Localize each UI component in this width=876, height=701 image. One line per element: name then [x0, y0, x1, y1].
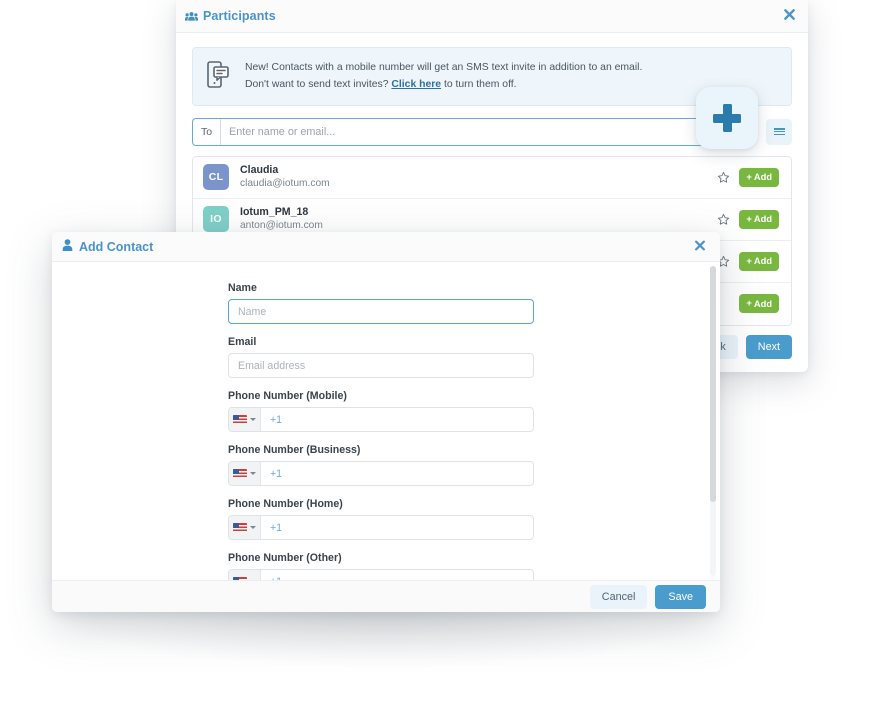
- field-phone-home: Phone Number (Home): [228, 498, 534, 540]
- sms-notice-line1: New! Contacts with a mobile number will …: [245, 62, 643, 73]
- mobile-sms-icon: [206, 60, 232, 90]
- star-outline-icon[interactable]: [717, 171, 730, 184]
- field-label: Name: [228, 282, 257, 294]
- add-button-label: Add: [753, 172, 772, 183]
- field-label: Phone Number (Mobile): [228, 390, 347, 402]
- field-label: Phone Number (Home): [228, 498, 343, 510]
- hamburger-menu-icon[interactable]: [766, 118, 792, 145]
- chevron-down-icon: [250, 418, 256, 421]
- recipient-search-input[interactable]: [221, 118, 754, 145]
- click-here-link[interactable]: Click here: [391, 79, 441, 90]
- add-button-label: Add: [753, 298, 772, 309]
- sms-notice-line2-before: Don't want to send text invites?: [245, 78, 389, 90]
- country-select[interactable]: [229, 408, 261, 431]
- table-row[interactable]: CL Claudia claudia@iotum.com + Add: [193, 156, 791, 199]
- star-outline-icon[interactable]: [717, 213, 730, 226]
- dialog-drop-shadow: [52, 608, 720, 668]
- phone-input-wrap: [228, 407, 534, 432]
- add-contact-footer: Cancel Save: [52, 580, 720, 612]
- country-select[interactable]: [229, 516, 261, 539]
- phone-input-wrap: [228, 515, 534, 540]
- avatar: CL: [203, 164, 229, 191]
- name-input[interactable]: [228, 299, 534, 324]
- plus-icon-vertical: [722, 104, 732, 132]
- participants-title-text: Participants: [203, 9, 276, 23]
- field-label: Phone Number (Business): [228, 444, 361, 456]
- chevron-down-icon: [250, 472, 256, 475]
- field-label: Phone Number (Other): [228, 552, 342, 564]
- app-root: Participants New! Contacts with a mobile…: [0, 0, 876, 701]
- add-participant-fab[interactable]: [696, 87, 758, 149]
- add-contact-form: Name Email Phone Number (Mobile): [228, 282, 534, 580]
- contact-info: Iotum_PM_18 anton@iotum.com: [240, 205, 717, 233]
- add-contact-close-icon[interactable]: [694, 239, 706, 254]
- cancel-button[interactable]: Cancel: [589, 584, 648, 609]
- email-input[interactable]: [228, 353, 534, 378]
- add-contact-dialog: Add Contact Name Email Phone Num: [52, 232, 720, 612]
- plus-icon: +: [746, 171, 752, 183]
- sms-notice-line2-after: to turn them off.: [443, 78, 517, 90]
- add-button-label: Add: [753, 256, 772, 267]
- phone-home-input[interactable]: [261, 516, 533, 539]
- add-contact-button[interactable]: + Add: [739, 209, 779, 229]
- next-button[interactable]: Next: [745, 335, 792, 359]
- add-button-label: Add: [753, 214, 772, 225]
- plus-icon: +: [746, 298, 752, 310]
- field-phone-mobile: Phone Number (Mobile): [228, 390, 534, 432]
- save-button[interactable]: Save: [655, 584, 706, 609]
- scrollbar-thumb[interactable]: [710, 266, 716, 502]
- phone-business-input[interactable]: [261, 462, 533, 485]
- plus-icon: +: [746, 255, 752, 267]
- participants-header: Participants: [176, 0, 808, 33]
- recipient-input-wrap: To: [192, 117, 755, 146]
- participants-title: Participants: [185, 9, 276, 23]
- field-label: Email: [228, 336, 257, 348]
- contact-name: Claudia: [240, 164, 279, 177]
- participants-close-icon[interactable]: [783, 8, 796, 24]
- us-flag-icon: [233, 576, 247, 580]
- field-phone-other: Phone Number (Other): [228, 552, 534, 580]
- us-flag-icon: [233, 414, 247, 425]
- country-select[interactable]: [229, 462, 261, 485]
- people-group-icon: [185, 11, 198, 22]
- sms-notice-line2: Don't want to send text invites? Click h…: [245, 77, 642, 94]
- phone-input-wrap: [228, 461, 534, 486]
- avatar: IO: [203, 206, 229, 233]
- add-contact-title-text: Add Contact: [79, 239, 154, 254]
- chevron-down-icon: [250, 526, 256, 529]
- add-contact-button[interactable]: + Add: [739, 167, 779, 187]
- plus-icon: +: [746, 213, 752, 225]
- country-select[interactable]: [229, 570, 261, 580]
- to-label: To: [193, 118, 221, 145]
- field-phone-business: Phone Number (Business): [228, 444, 534, 486]
- person-icon: [62, 239, 73, 254]
- contact-email: claudia@iotum.com: [240, 178, 330, 190]
- us-flag-icon: [233, 522, 247, 533]
- add-contact-title: Add Contact: [62, 239, 153, 254]
- phone-other-input[interactable]: [261, 570, 533, 580]
- sms-notice-text: New! Contacts with a mobile number will …: [245, 59, 642, 94]
- phone-input-wrap: [228, 569, 534, 580]
- contact-name: Iotum_PM_18: [240, 206, 309, 219]
- field-name: Name: [228, 282, 534, 324]
- add-contact-body: Name Email Phone Number (Mobile): [52, 262, 720, 580]
- dialog-scrollbar[interactable]: [710, 266, 716, 576]
- add-contact-header: Add Contact: [52, 232, 720, 262]
- field-email: Email: [228, 336, 534, 378]
- contact-info: Claudia claudia@iotum.com: [240, 163, 717, 191]
- add-contact-button[interactable]: + Add: [739, 294, 779, 314]
- add-contact-button[interactable]: + Add: [739, 251, 779, 271]
- phone-mobile-input[interactable]: [261, 408, 533, 431]
- us-flag-icon: [233, 468, 247, 479]
